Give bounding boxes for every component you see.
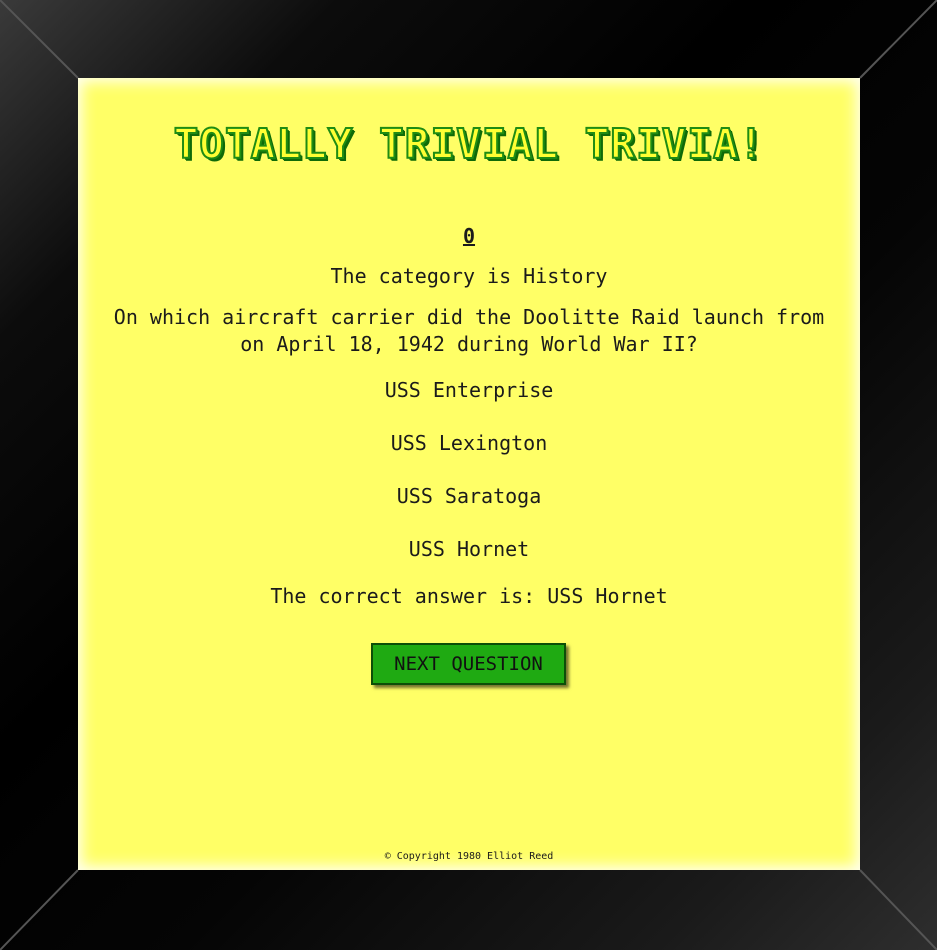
copyright-footer: © Copyright 1980 Elliot Reed [384, 851, 554, 862]
answer-option[interactable]: USS Hornet [78, 536, 860, 589]
answer-option[interactable]: USS Enterprise [78, 377, 860, 430]
category-label: The category is History [330, 264, 608, 288]
score: 0 [462, 224, 476, 248]
next-question-button[interactable]: NEXT QUESTION [371, 643, 566, 685]
game-screen: TOTALLY TRIVIAL TRIVIA! 0 The category i… [78, 78, 860, 870]
question-text: On which aircraft carrier did the Doolit… [113, 305, 825, 356]
answer-list: USS Enterprise USS Lexington USS Saratog… [78, 377, 860, 589]
correct-answer-text: The correct answer is: USS Hornet [270, 584, 668, 608]
answer-option[interactable]: USS Saratoga [78, 483, 860, 536]
game-title: TOTALLY TRIVIAL TRIVIA! [173, 119, 765, 169]
answer-option[interactable]: USS Lexington [78, 430, 860, 483]
